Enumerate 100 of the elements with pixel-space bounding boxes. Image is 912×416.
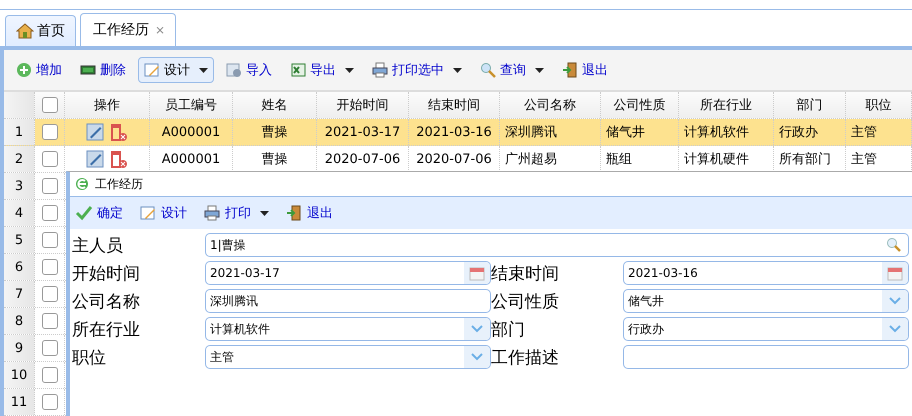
checkbox[interactable] bbox=[42, 394, 58, 410]
text-field[interactable] bbox=[623, 345, 909, 369]
checkbox[interactable] bbox=[42, 286, 58, 302]
column-header[interactable]: 开始时间 bbox=[317, 92, 409, 118]
checkbox[interactable] bbox=[42, 124, 58, 140]
table-cell: 深圳腾讯 bbox=[500, 119, 601, 145]
select-field[interactable]: 计算机软件 bbox=[205, 317, 491, 341]
edit-icon[interactable] bbox=[86, 123, 104, 141]
tab[interactable]: 首页 bbox=[5, 15, 76, 46]
checkmark-icon bbox=[75, 205, 93, 221]
search-icon[interactable] bbox=[886, 237, 902, 253]
row-number: 10 bbox=[4, 362, 35, 388]
toolbar-button[interactable]: 增加 bbox=[10, 57, 68, 83]
select-field[interactable]: 主管 bbox=[205, 345, 491, 369]
table-cell: 行政办 bbox=[774, 119, 846, 145]
toolbar-button[interactable]: 退出 bbox=[556, 57, 614, 83]
toolbar-button[interactable]: 设计 bbox=[136, 200, 190, 226]
pencil-icon bbox=[144, 62, 160, 78]
toolbar-button[interactable]: 打印选中 bbox=[366, 57, 468, 83]
column-header[interactable]: 公司名称 bbox=[500, 92, 601, 118]
table-cell: 主管 bbox=[846, 119, 912, 145]
column-header[interactable]: 部门 bbox=[774, 92, 846, 118]
field-label: 职位 bbox=[72, 346, 107, 369]
calendar-icon[interactable] bbox=[469, 265, 485, 281]
row-number: 6 bbox=[4, 254, 35, 280]
table-row[interactable]: 1 A000001 曹操 2021-03-17 2021-03-16 深圳腾讯 储气井 计算机软件 行政办 主管 bbox=[4, 119, 912, 146]
checkbox[interactable] bbox=[42, 205, 58, 221]
field-label: 所在行业 bbox=[72, 318, 141, 341]
field-label: 开始时间 bbox=[72, 262, 141, 285]
row-number: 2 bbox=[4, 146, 35, 172]
column-header[interactable]: 公司性质 bbox=[601, 92, 679, 118]
toolbar-button[interactable]: 设计 bbox=[138, 57, 214, 83]
text-field[interactable]: 深圳腾讯 bbox=[205, 289, 491, 313]
date-field[interactable]: 2021-03-17 bbox=[205, 261, 491, 285]
date-field[interactable]: 2021-03-16 bbox=[623, 261, 909, 285]
field-label: 公司性质 bbox=[491, 290, 560, 313]
house-icon bbox=[16, 23, 34, 39]
select-field[interactable]: 行政办 bbox=[623, 317, 909, 341]
row-number: 9 bbox=[4, 335, 35, 361]
row-number: 1 bbox=[4, 119, 35, 145]
column-header[interactable]: 职位 bbox=[846, 92, 912, 118]
printer-icon bbox=[203, 205, 221, 221]
checkbox[interactable] bbox=[42, 259, 58, 275]
dialog-title: 工作经历 bbox=[95, 176, 143, 192]
row-number: 11 bbox=[4, 389, 35, 415]
spreadsheet-icon bbox=[290, 62, 306, 78]
plus-icon bbox=[16, 62, 32, 78]
table-cell: 曹操 bbox=[233, 119, 317, 145]
row-number: 8 bbox=[4, 308, 35, 334]
toolbar-button[interactable]: 查询 bbox=[474, 57, 550, 83]
table-cell: 计算机软件 bbox=[679, 119, 774, 145]
printer-icon bbox=[372, 62, 388, 78]
door-icon bbox=[562, 62, 578, 78]
row-number: 7 bbox=[4, 281, 35, 307]
toolbar-button[interactable]: 导入 bbox=[220, 57, 278, 83]
checkbox[interactable] bbox=[42, 340, 58, 356]
browser-icon bbox=[75, 177, 89, 191]
door-icon bbox=[285, 205, 303, 221]
chevron-down-icon[interactable] bbox=[471, 353, 483, 361]
checkbox[interactable] bbox=[42, 97, 58, 113]
calendar-icon[interactable] bbox=[887, 265, 903, 281]
column-header[interactable]: 姓名 bbox=[233, 92, 317, 118]
field-label: 部门 bbox=[491, 318, 526, 341]
checkbox[interactable] bbox=[42, 151, 58, 167]
column-header[interactable]: 操作 bbox=[65, 92, 150, 118]
close-icon[interactable]: × bbox=[155, 23, 166, 37]
chevron-down-icon[interactable] bbox=[471, 325, 483, 333]
select-field[interactable]: 储气井 bbox=[623, 289, 909, 313]
tab[interactable]: 工作经历 × bbox=[80, 13, 176, 46]
column-header[interactable]: 所在行业 bbox=[679, 92, 774, 118]
checkbox[interactable] bbox=[42, 313, 58, 329]
search-icon bbox=[480, 62, 496, 78]
sheet-icon bbox=[226, 62, 242, 78]
edit-icon[interactable] bbox=[86, 150, 104, 168]
pencil-icon bbox=[139, 205, 157, 221]
checkbox[interactable] bbox=[42, 232, 58, 248]
table-cell: 储气井 bbox=[601, 119, 679, 145]
toolbar-button[interactable]: 导出 bbox=[284, 57, 360, 83]
table-cell: 2021-03-17 bbox=[317, 119, 409, 145]
field-label: 结束时间 bbox=[491, 262, 560, 285]
field-label: 公司名称 bbox=[72, 290, 141, 313]
table-cell: A000001 bbox=[150, 119, 233, 145]
toolbar-button[interactable]: 打印 bbox=[200, 200, 272, 226]
trash-icon[interactable] bbox=[108, 122, 128, 142]
checkbox[interactable] bbox=[42, 178, 58, 194]
row-number: 5 bbox=[4, 227, 35, 253]
column-header[interactable]: 结束时间 bbox=[409, 92, 500, 118]
toolbar-button[interactable]: 退出 bbox=[282, 200, 336, 226]
toolbar-button[interactable]: 确定 bbox=[72, 200, 126, 226]
chevron-down-icon[interactable] bbox=[889, 297, 901, 305]
toolbar-button[interactable]: 删除 bbox=[74, 57, 132, 83]
trash-icon[interactable] bbox=[108, 149, 128, 169]
row-number: 3 bbox=[4, 173, 35, 199]
field-label: 工作描述 bbox=[491, 346, 560, 369]
row-number: 4 bbox=[4, 200, 35, 226]
lookup-field[interactable]: 1|曹操 bbox=[205, 233, 909, 257]
field-label: 主人员 bbox=[72, 234, 124, 257]
checkbox[interactable] bbox=[42, 367, 58, 383]
column-header[interactable]: 员工编号 bbox=[150, 92, 233, 118]
chevron-down-icon[interactable] bbox=[889, 325, 901, 333]
